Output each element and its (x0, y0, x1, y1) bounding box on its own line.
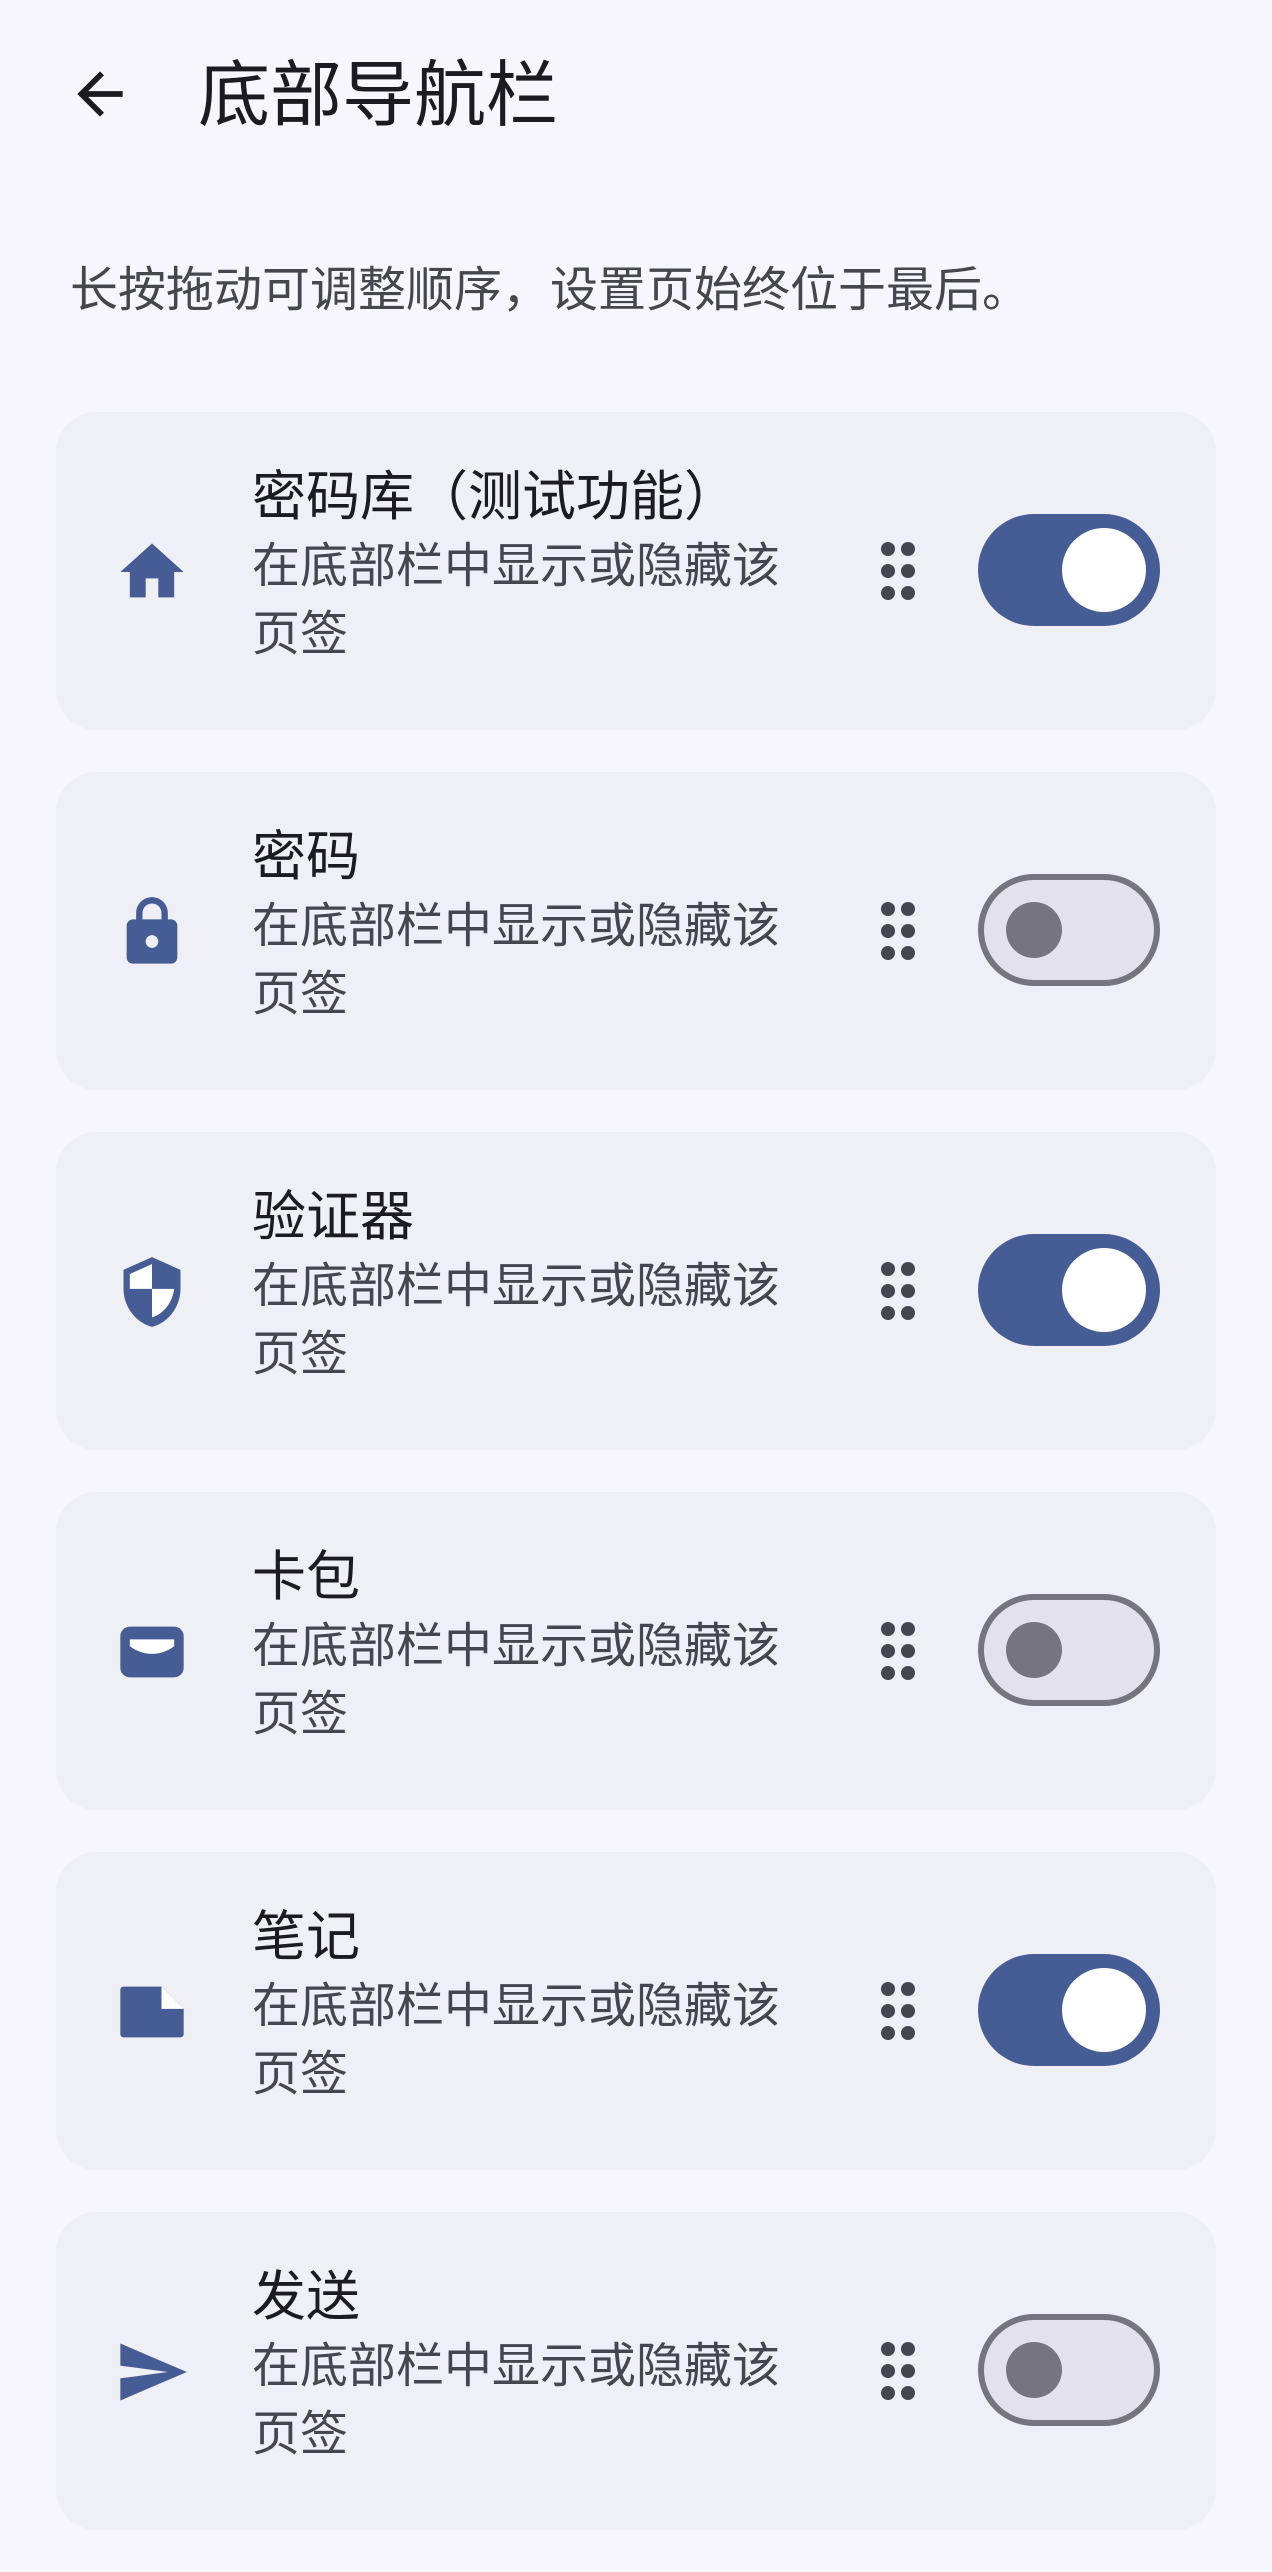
send-icon (112, 2332, 192, 2412)
toggle-thumb (1062, 1968, 1146, 2052)
toggle-thumb (1006, 902, 1062, 958)
nav-item-vault[interactable]: 密码库（测试功能） 在底部栏中显示或隐藏该页签 (56, 412, 1216, 730)
nav-item-subtitle: 在底部栏中显示或隐藏该页签 (252, 1978, 781, 2102)
nav-item-title: 卡包 (252, 1545, 360, 1608)
nav-item-passwords[interactable]: 密码 在底部栏中显示或隐藏该页签 (56, 772, 1216, 1090)
nav-item-notes[interactable]: 笔记 在底部栏中显示或隐藏该页签 (56, 1852, 1216, 2170)
nav-item-subtitle: 在底部栏中显示或隐藏该页签 (252, 898, 781, 1022)
nav-item-title: 笔记 (252, 1905, 360, 1968)
home-icon (112, 532, 192, 612)
drag-handle-icon[interactable] (858, 2338, 938, 2404)
nav-item-subtitle: 在底部栏中显示或隐藏该页签 (252, 1258, 781, 1382)
nav-item-subtitle: 在底部栏中显示或隐藏该页签 (252, 2338, 781, 2462)
note-icon (112, 1972, 192, 2052)
nav-item-wallet[interactable]: 卡包 在底部栏中显示或隐藏该页签 (56, 1492, 1216, 1810)
toggle-thumb (1006, 1622, 1062, 1678)
visibility-toggle[interactable] (978, 2314, 1160, 2426)
drag-handle-icon[interactable] (858, 538, 938, 604)
nav-item-title: 密码库（测试功能） (252, 465, 738, 528)
visibility-toggle[interactable] (978, 874, 1160, 986)
nav-item-title: 密码 (252, 825, 360, 888)
drag-handle-icon[interactable] (858, 1618, 938, 1684)
drag-handle-icon[interactable] (858, 1258, 938, 1324)
nav-item-send[interactable]: 发送 在底部栏中显示或隐藏该页签 (56, 2212, 1216, 2530)
visibility-toggle[interactable] (978, 1954, 1160, 2066)
visibility-toggle[interactable] (978, 1234, 1160, 1346)
drag-handle-icon[interactable] (858, 1978, 938, 2044)
lock-icon (112, 892, 192, 972)
toggle-thumb (1006, 2342, 1062, 2398)
back-button[interactable] (52, 46, 148, 142)
drag-handle-icon[interactable] (858, 898, 938, 964)
shield-icon (112, 1252, 192, 1332)
nav-item-title: 验证器 (252, 1185, 414, 1248)
page-title: 底部导航栏 (198, 53, 559, 137)
toggle-thumb (1062, 528, 1146, 612)
nav-item-authenticator[interactable]: 验证器 在底部栏中显示或隐藏该页签 (56, 1132, 1216, 1450)
toggle-thumb (1062, 1248, 1146, 1332)
arrow-back-icon (77, 71, 123, 117)
nav-item-title: 发送 (252, 2265, 360, 2328)
visibility-toggle[interactable] (978, 1594, 1160, 1706)
app-bar: 底部导航栏 (0, 0, 1272, 190)
visibility-toggle[interactable] (978, 514, 1160, 626)
nav-item-subtitle: 在底部栏中显示或隐藏该页签 (252, 1618, 781, 1742)
nav-items-list: 密码库（测试功能） 在底部栏中显示或隐藏该页签 密码 在底部栏中显示或隐藏该页签 (56, 412, 1216, 2572)
wallet-icon (112, 1612, 192, 1692)
nav-item-subtitle: 在底部栏中显示或隐藏该页签 (252, 538, 781, 662)
reorder-hint: 长按拖动可调整顺序，设置页始终位于最后。 (70, 262, 1031, 318)
